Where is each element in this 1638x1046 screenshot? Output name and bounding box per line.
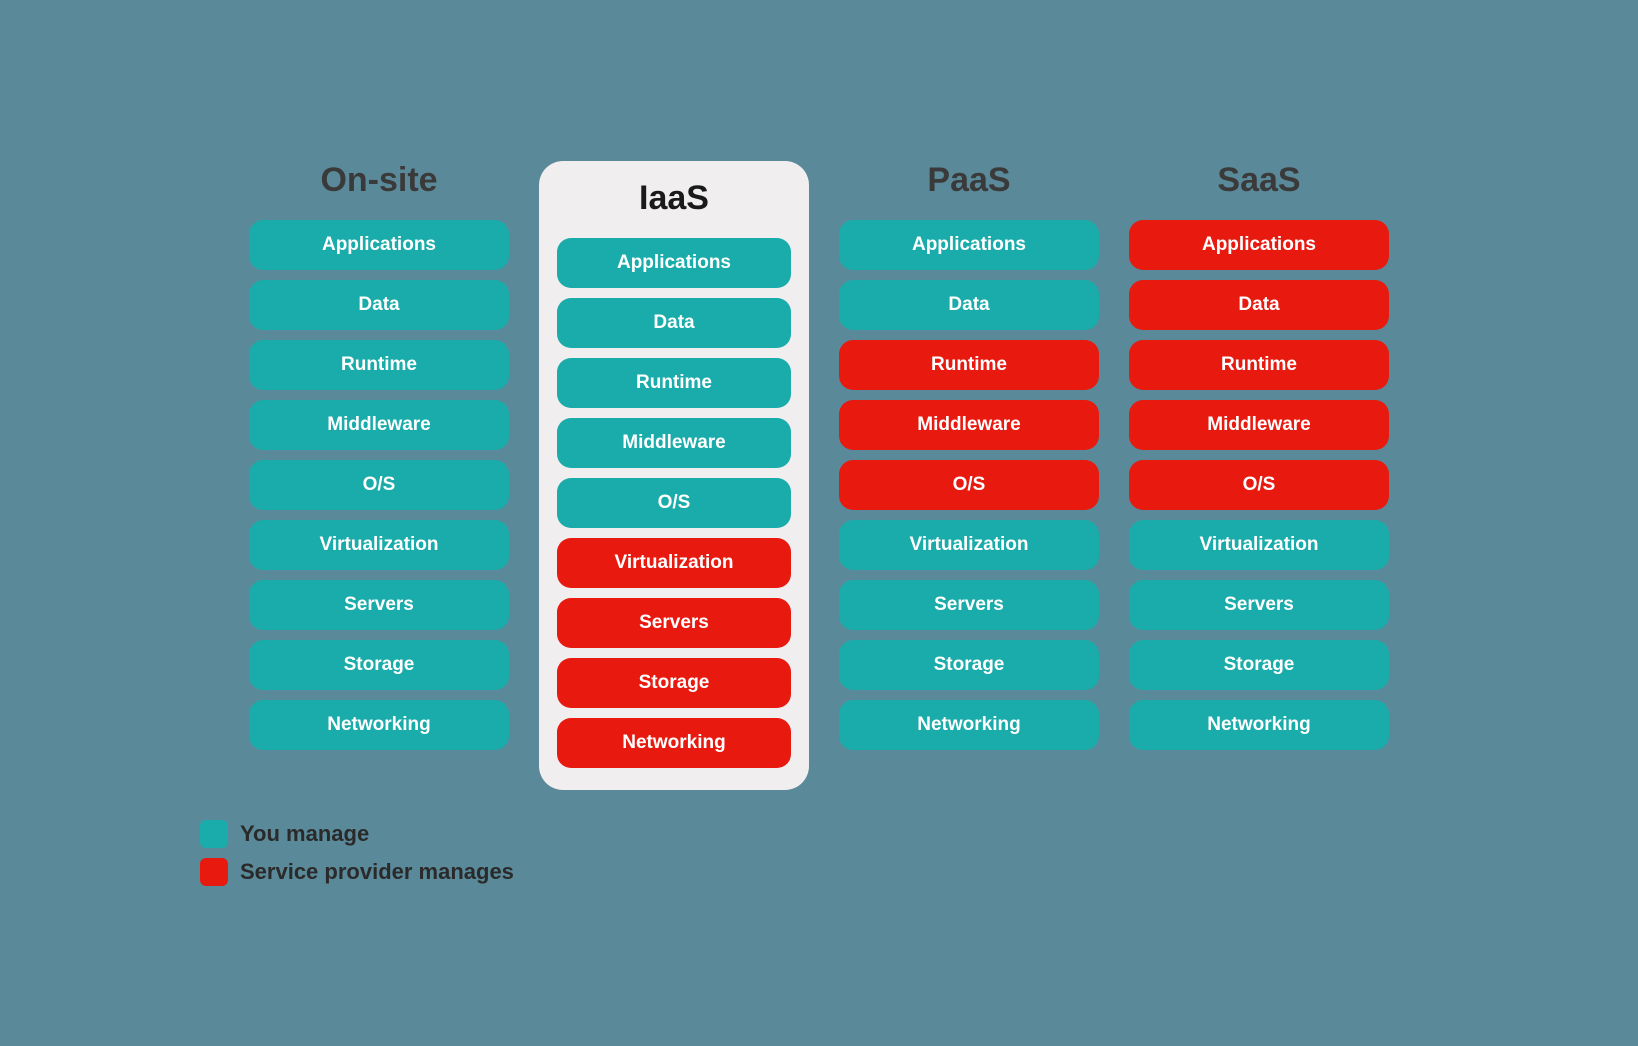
column-header-onsite: On-site	[320, 161, 437, 200]
item-badge-middleware-saas: Middleware	[1129, 400, 1389, 450]
main-container: On-site Applications Data Runtime Middleware…	[0, 0, 1638, 1046]
legend-dot-provider-manages	[200, 858, 228, 886]
item-badge-virtualization-iaas: Virtualization	[557, 538, 791, 588]
item-badge-virtualization-onsite: Virtualization	[249, 520, 509, 570]
item-badge-applications-saas: Applications	[1129, 220, 1389, 270]
item-badge-middleware-onsite: Middleware	[249, 400, 509, 450]
item-badge-data-saas: Data	[1129, 280, 1389, 330]
columns-wrapper: On-site Applications Data Runtime Middleware…	[249, 161, 1389, 790]
item-badge-applications-onsite: Applications	[249, 220, 509, 270]
legend-label-you-manage: You manage	[240, 821, 369, 847]
legend-item-provider-manages: Service provider manages	[200, 858, 514, 886]
item-badge-o-s-onsite: O/S	[249, 460, 509, 510]
legend-dot-you-manage	[200, 820, 228, 848]
item-badge-servers-paas: Servers	[839, 580, 1099, 630]
item-badge-applications-iaas: Applications	[557, 238, 791, 288]
item-badge-storage-iaas: Storage	[557, 658, 791, 708]
column-header-iaas: IaaS	[639, 179, 709, 218]
item-badge-runtime-onsite: Runtime	[249, 340, 509, 390]
column-saas: SaaS Applications Data Runtime Middleware O/S…	[1129, 161, 1389, 750]
items-list-onsite: Applications Data Runtime Middleware O/S Virt…	[249, 220, 509, 750]
item-badge-storage-onsite: Storage	[249, 640, 509, 690]
items-list-saas: Applications Data Runtime Middleware O/S Virt…	[1129, 220, 1389, 750]
item-badge-data-iaas: Data	[557, 298, 791, 348]
column-header-saas: SaaS	[1217, 161, 1300, 200]
column-paas: PaaS Applications Data Runtime Middleware O/S…	[839, 161, 1099, 750]
item-badge-servers-onsite: Servers	[249, 580, 509, 630]
item-badge-networking-saas: Networking	[1129, 700, 1389, 750]
item-badge-virtualization-paas: Virtualization	[839, 520, 1099, 570]
items-list-iaas: Applications Data Runtime Middleware O/S Virt…	[557, 238, 791, 768]
legend-item-you-manage: You manage	[200, 820, 514, 848]
diagram-area: On-site Applications Data Runtime Middleware…	[20, 161, 1618, 886]
item-badge-runtime-iaas: Runtime	[557, 358, 791, 408]
item-badge-virtualization-saas: Virtualization	[1129, 520, 1389, 570]
legend-container: You manage Service provider manages	[200, 820, 514, 886]
item-badge-runtime-paas: Runtime	[839, 340, 1099, 390]
item-badge-servers-iaas: Servers	[557, 598, 791, 648]
item-badge-networking-paas: Networking	[839, 700, 1099, 750]
legend-label-provider-manages: Service provider manages	[240, 859, 514, 885]
item-badge-data-paas: Data	[839, 280, 1099, 330]
item-badge-storage-paas: Storage	[839, 640, 1099, 690]
item-badge-o-s-saas: O/S	[1129, 460, 1389, 510]
item-badge-networking-iaas: Networking	[557, 718, 791, 768]
item-badge-servers-saas: Servers	[1129, 580, 1389, 630]
item-badge-networking-onsite: Networking	[249, 700, 509, 750]
item-badge-o-s-paas: O/S	[839, 460, 1099, 510]
item-badge-middleware-iaas: Middleware	[557, 418, 791, 468]
item-badge-applications-paas: Applications	[839, 220, 1099, 270]
column-iaas: IaaS Applications Data Runtime Middleware O/S…	[539, 161, 809, 790]
items-list-paas: Applications Data Runtime Middleware O/S Virt…	[839, 220, 1099, 750]
item-badge-runtime-saas: Runtime	[1129, 340, 1389, 390]
item-badge-storage-saas: Storage	[1129, 640, 1389, 690]
column-onsite: On-site Applications Data Runtime Middleware…	[249, 161, 509, 750]
item-badge-data-onsite: Data	[249, 280, 509, 330]
column-header-paas: PaaS	[927, 161, 1010, 200]
item-badge-o-s-iaas: O/S	[557, 478, 791, 528]
item-badge-middleware-paas: Middleware	[839, 400, 1099, 450]
